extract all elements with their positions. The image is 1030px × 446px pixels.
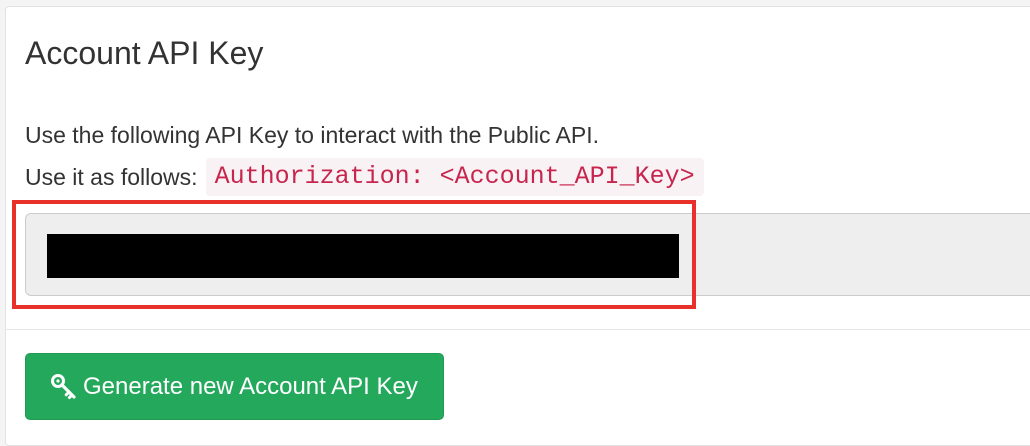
usage-label: Use it as follows:	[25, 164, 198, 190]
api-key-field[interactable]	[25, 213, 1030, 296]
key-icon	[50, 373, 78, 401]
redacted-api-key	[47, 234, 679, 278]
panel-divider	[6, 329, 1030, 330]
account-api-key-panel: Account API Key Use the following API Ke…	[5, 6, 1030, 446]
description-line-1: Use the following API Key to interact wi…	[25, 122, 600, 148]
panel-title: Account API Key	[25, 35, 264, 71]
description-line-2: Use it as follows: Authorization: <Accou…	[25, 158, 704, 196]
generate-api-key-button[interactable]: Generate new Account API Key	[25, 353, 444, 420]
authorization-header-code: Authorization: <Account_API_Key>	[205, 158, 704, 196]
generate-button-label: Generate new Account API Key	[83, 372, 418, 400]
